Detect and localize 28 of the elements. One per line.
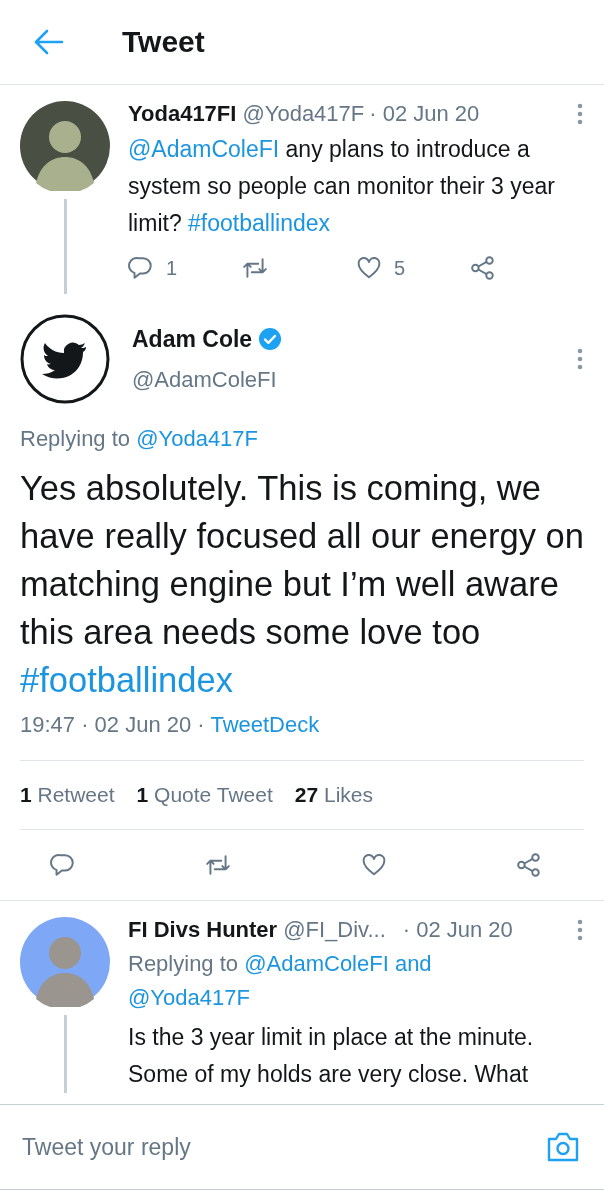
stat-text[interactable]: 27 Likes <box>294 783 373 807</box>
user-name[interactable]: FI Divs Hunter <box>128 917 278 943</box>
replying-to-text: Replying to @Yoda417F <box>20 426 260 452</box>
tweet-time: · 02 Jun 20 <box>369 101 480 127</box>
tweet-text: @AdamColeFI any plans to introduce a system so people can monitor their 3 year limit? #footballindex <box>128 135 556 238</box>
screen-title: Tweet <box>122 25 205 59</box>
tweet-timestamp: 19:47 · 02 Jun 20 · TweetDeck <box>20 712 584 761</box>
source-link[interactable]: TweetDeck <box>210 712 320 737</box>
heart-button[interactable]: 5 <box>356 255 470 281</box>
mention-link[interactable]: @Yoda417F <box>128 985 250 1010</box>
user-handle[interactable]: @AdamColeFI <box>132 366 283 393</box>
user-name[interactable]: Adam Cole <box>132 325 253 353</box>
user-name[interactable]: Yoda417FI <box>128 101 237 127</box>
stat-text[interactable]: 1 Retweet <box>20 783 115 807</box>
user-handle[interactable]: @Yoda417F <box>242 101 365 127</box>
tweet-time: · 02 Jun 20 <box>402 917 513 943</box>
hashtag-link[interactable]: #footballindex <box>20 661 233 699</box>
mention-link[interactable]: @AdamColeFI and <box>244 951 432 976</box>
hashtag-link[interactable]: #footballindex <box>188 210 330 236</box>
user-handle[interactable]: @FI_Div... <box>283 917 386 943</box>
stat-text[interactable]: 1 Quote Tweet <box>136 783 273 807</box>
mention-link[interactable]: @AdamColeFI <box>128 136 280 162</box>
mention-link[interactable]: @Yoda417F <box>136 426 259 451</box>
tweet-text: Is the 3 year limit in place at the minute. Some of my holds are very close. What <box>128 1023 535 1089</box>
tweet-text: Yes absolutely. This is coming, we have really focused all our energy on matching engine but I’m well aware this area needs some love too #footballindex <box>20 468 584 701</box>
reply-field[interactable]: Tweet your reply <box>20 1132 546 1162</box>
reply-button[interactable]: 1 <box>128 255 242 281</box>
replying-to-text: Replying to @AdamColeFI and @Yoda417F <box>128 950 433 1012</box>
